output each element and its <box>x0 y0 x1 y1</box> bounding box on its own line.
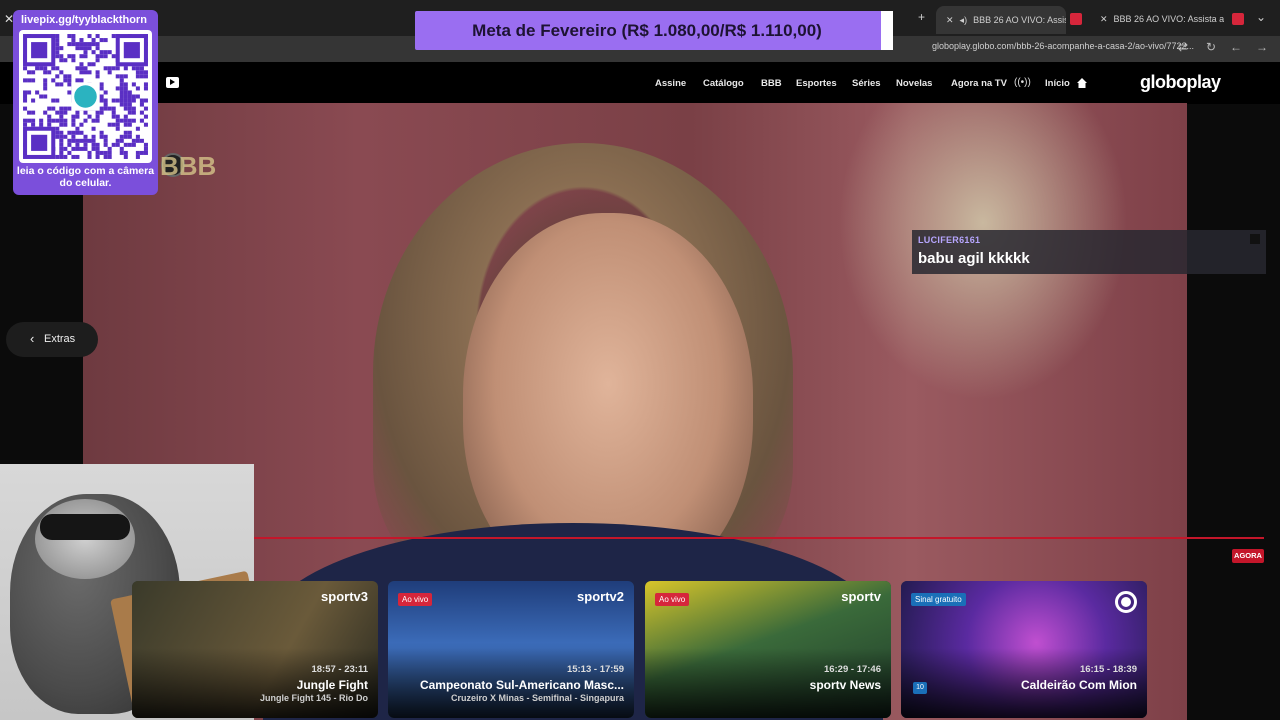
favicon-icon <box>1070 13 1082 25</box>
card-title: sportv News <box>809 678 881 692</box>
globo-logo-icon <box>1115 591 1137 613</box>
forward-icon[interactable]: ← <box>1230 40 1242 54</box>
browser-tab-active[interactable]: ✕ ◂) BBB 26 AO VIVO: Assista a <box>936 6 1066 34</box>
channel-card-sportv3[interactable]: sportv3 18:57 - 23:11 Jungle Fight Jungl… <box>132 581 378 718</box>
card-time: 16:29 - 17:46 <box>823 664 881 675</box>
reload-icon[interactable]: ↻ <box>1206 40 1216 54</box>
live-broadcast-icon: ((•)) <box>1014 77 1031 88</box>
nav-item-catalogo[interactable]: Catálogo <box>703 78 744 89</box>
tab-label: BBB 26 AO VIVO: Assista a câm <box>1113 14 1224 24</box>
channel-logo: sportv3 <box>321 589 368 604</box>
goal-text: Meta de Fevereiro (R$ 1.080,00/R$ 1.110,… <box>472 21 822 40</box>
card-time: 18:57 - 23:11 <box>311 664 368 675</box>
tab-label: BBB 26 AO VIVO: Assista a <box>973 15 1066 25</box>
qr-caption: leia o código com a câmera do celular. <box>16 165 155 189</box>
card-time: 16:15 - 18:39 <box>1079 664 1137 675</box>
nav-item-agora-na-tv[interactable]: Agora na TV <box>951 78 1007 89</box>
chat-message: babu agil kkkkk <box>918 250 1030 267</box>
browser-tab-1[interactable]: ✕ BBB 26 AO VIVO: Assista a câm <box>1100 8 1224 30</box>
new-tab-button[interactable]: + <box>918 10 925 24</box>
browser-tab[interactable] <box>1232 8 1244 30</box>
card-title: Caldeirão Com Mion <box>1020 678 1137 692</box>
globoplay-logo[interactable]: globoplay <box>1140 72 1221 93</box>
audio-icon: ◂) <box>959 14 968 25</box>
extras-button[interactable]: ‹ Extras <box>6 322 98 357</box>
card-title: Jungle Fight <box>296 678 368 692</box>
live-badge: Ao vivo <box>398 593 433 606</box>
tab-close-icon[interactable]: ✕ <box>946 15 954 26</box>
bbb-watermark: BBB <box>160 151 217 181</box>
goal-progress-end <box>879 11 893 50</box>
card-time: 15:13 - 17:59 <box>566 664 624 675</box>
channel-logo: sportv2 <box>577 589 624 604</box>
nav-item-bbb[interactable]: BBB <box>761 78 782 89</box>
donation-goal-bar: Meta de Fevereiro (R$ 1.080,00/R$ 1.110,… <box>415 11 893 50</box>
chat-message-overlay: LUCIFER6161 babu agil kkkkk <box>912 230 1266 274</box>
nav-item-inicio[interactable]: Início <box>1045 78 1070 89</box>
nav-item-assine[interactable]: Assine <box>655 78 686 89</box>
tab-search-icon[interactable]: ⌄ <box>1256 10 1266 24</box>
live-timeline-bar[interactable] <box>254 537 1264 539</box>
card-subtitle: Cruzeiro X Minas - Semifinal - Singapura <box>450 693 624 703</box>
tab-close-icon[interactable]: ✕ <box>1100 14 1108 25</box>
channel-card-sportv[interactable]: Ao vivo sportv 16:29 - 17:46 sportv News <box>645 581 891 718</box>
age-rating-badge: 10 <box>913 682 927 694</box>
youtube-icon[interactable] <box>166 77 179 88</box>
free-signal-badge: Sinal gratuito <box>911 593 966 606</box>
chevron-left-icon: ‹ <box>30 331 35 346</box>
live-now-badge: AGORA <box>1232 549 1264 563</box>
qr-donation-panel: livepix.gg/tyyblackthorn leia o código c… <box>13 10 158 195</box>
browser-tab-2-favicon[interactable] <box>1070 8 1082 30</box>
site-header <box>0 62 1280 104</box>
chat-username: LUCIFER6161 <box>918 235 981 245</box>
qr-code <box>19 30 152 163</box>
nav-item-esportes[interactable]: Esportes <box>796 78 837 89</box>
qr-url: livepix.gg/tyyblackthorn <box>21 14 147 26</box>
nav-item-series[interactable]: Séries <box>852 78 881 89</box>
chat-square-icon <box>1250 234 1260 244</box>
nav-item-novelas[interactable]: Novelas <box>896 78 932 89</box>
live-badge: Ao vivo <box>655 593 690 606</box>
url-field[interactable]: globoplay.globo.com/bbb-26-acompanhe-a-c… <box>862 41 1194 59</box>
back-icon[interactable]: → <box>1256 40 1268 54</box>
channel-logo: sportv <box>841 589 881 604</box>
raccoon-mask <box>40 514 130 540</box>
card-title: Campeonato Sul-Americano Masc... <box>419 678 624 692</box>
home-icon <box>1077 78 1087 88</box>
favicon-icon <box>1232 13 1244 25</box>
card-subtitle: Jungle Fight 145 - Rio Do <box>259 693 368 703</box>
channel-card-globo[interactable]: Sinal gratuito 16:15 - 18:39 Caldeirão C… <box>901 581 1147 718</box>
extras-label: Extras <box>44 333 76 345</box>
channel-card-sportv2[interactable]: Ao vivo sportv2 15:13 - 17:59 Campeonato… <box>388 581 634 718</box>
